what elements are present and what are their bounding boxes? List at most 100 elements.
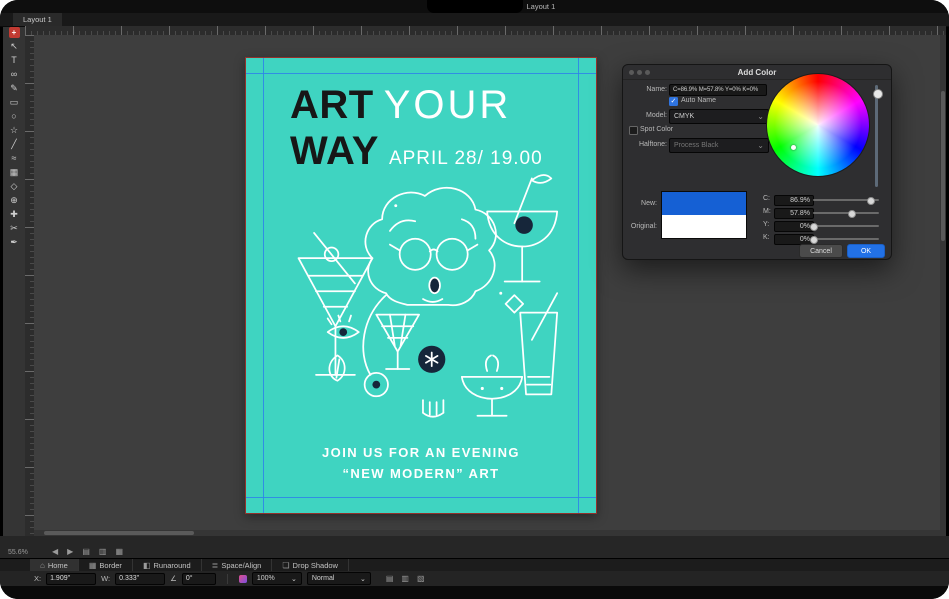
spot-color-label: Spot Color xyxy=(640,126,673,133)
margin-guide-top[interactable] xyxy=(246,73,596,74)
page-layout-icon[interactable]: ▤ xyxy=(386,574,394,583)
view-mode-dropdown[interactable]: Normal ⌄ xyxy=(307,572,371,585)
black-slider[interactable] xyxy=(813,234,879,244)
item-tool-icon[interactable]: ↖ xyxy=(7,40,21,52)
brightness-slider-knob[interactable] xyxy=(873,89,883,99)
menubar: Layout 1 xyxy=(0,0,949,13)
zoom-tool-icon[interactable]: ⊕ xyxy=(7,194,21,206)
bottom-bezel xyxy=(0,586,949,599)
oval-box-tool-icon[interactable]: ○ xyxy=(7,110,21,122)
measurement-palette-tabs: ⌂ Home ▦ Border ◧ Runaround ≣ Space/Alig… xyxy=(0,558,949,572)
angle-input[interactable]: 0° xyxy=(182,573,216,585)
runaround-icon: ◧ xyxy=(143,561,151,570)
black-slider-track xyxy=(813,238,879,240)
shape-tool-icon[interactable]: ◇ xyxy=(7,180,21,192)
chevron-down-icon: ⌄ xyxy=(291,575,297,583)
border-icon: ▦ xyxy=(89,561,97,570)
brightness-slider[interactable] xyxy=(875,85,878,187)
app-screen: Layout 1 Layout 1 + ↖ T ∞ ✎ ▭ ○ ☆ ╱ ≈ ▦ … xyxy=(0,0,949,599)
thumbnail-view-icon[interactable]: ▦ xyxy=(115,547,123,556)
link-tool-icon[interactable]: ∞ xyxy=(7,68,21,80)
yellow-slider-track xyxy=(813,225,879,227)
view-percent[interactable]: 55.6% xyxy=(8,549,28,556)
auto-name-checkbox[interactable] xyxy=(669,97,678,106)
table-tool-icon[interactable]: ▦ xyxy=(7,166,21,178)
x-input[interactable]: 1.909" xyxy=(46,573,96,585)
name-label: Name: xyxy=(623,86,667,93)
spread-view-icon[interactable]: ▥ xyxy=(99,547,107,556)
measurement-fields: X: 1.909" W: 0.333" ∠ 0° 100% ⌄ Normal ⌄… xyxy=(0,571,949,586)
magenta-slider-track xyxy=(813,212,879,214)
vertical-ruler[interactable] xyxy=(25,35,34,536)
document-page[interactable]: ART YOUR WAY APRIL 28/ 19.00 xyxy=(245,57,597,514)
eyedropper-tool-icon[interactable]: ✒ xyxy=(7,236,21,248)
scissors-tool-icon[interactable]: ✂ xyxy=(7,222,21,234)
model-value: CMYK xyxy=(674,113,694,120)
halftone-dropdown[interactable]: Process Black ⌄ xyxy=(669,138,769,153)
cancel-button[interactable]: Cancel xyxy=(799,244,843,258)
pan-tool-icon[interactable]: ✚ xyxy=(7,208,21,220)
split-view-icon[interactable]: ▥ xyxy=(401,574,409,583)
yellow-slider[interactable] xyxy=(813,221,879,231)
text-tool-icon[interactable]: T xyxy=(7,54,21,66)
pen-tool-icon[interactable]: ✎ xyxy=(7,82,21,94)
margin-guide-bottom[interactable] xyxy=(246,497,596,498)
x-label: X: xyxy=(34,574,41,583)
page-nav: ◀ ▶ ▤ ▥ ▦ xyxy=(52,547,123,556)
drop-shadow-icon: ❏ xyxy=(282,561,289,570)
chevron-down-icon: ⌄ xyxy=(360,575,366,583)
channel-knob-1[interactable] xyxy=(848,210,856,218)
prev-page-icon[interactable]: ◀ xyxy=(52,547,58,556)
poster-footer-line1: JOIN US FOR AN EVENING xyxy=(246,442,596,463)
menubar-window-title: Layout 1 xyxy=(527,2,556,11)
line-tool-icon[interactable]: ╱ xyxy=(7,138,21,150)
horizontal-scrollbar-handle[interactable] xyxy=(44,531,194,535)
tab-border-label: Border xyxy=(99,561,122,570)
page-view-icon[interactable]: ▤ xyxy=(82,547,90,556)
camera-notch xyxy=(427,0,523,13)
cyan-slider[interactable] xyxy=(813,195,879,205)
channel-knob-2[interactable] xyxy=(810,223,818,231)
tab-drop-shadow-label: Drop Shadow xyxy=(293,561,338,570)
freehand-tool-icon[interactable]: ≈ xyxy=(7,152,21,164)
w-input[interactable]: 0.333" xyxy=(115,573,165,585)
tool-palette: + ↖ T ∞ ✎ ▭ ○ ☆ ╱ ≈ ▦ ◇ ⊕ ✚ ✂ ✒ xyxy=(3,27,25,248)
magenta-value[interactable]: 57.8% xyxy=(774,208,814,219)
rectangle-box-tool-icon[interactable]: ▭ xyxy=(7,96,21,108)
cyan-value[interactable]: 86.9% xyxy=(774,195,814,206)
black-label: K: xyxy=(763,234,773,241)
channel-knob-0[interactable] xyxy=(867,197,875,205)
ok-button[interactable]: OK xyxy=(847,244,885,258)
starburst-tool-icon[interactable]: ☆ xyxy=(7,124,21,136)
horizontal-ruler[interactable] xyxy=(25,26,946,35)
dialog-titlebar[interactable]: Add Color xyxy=(623,65,891,80)
name-field[interactable]: C=86.9% M=57.8% Y=0% K=0% xyxy=(669,84,767,96)
magenta-slider[interactable] xyxy=(813,208,879,218)
model-label: Model: xyxy=(623,112,667,119)
poster-word-art: ART xyxy=(290,82,374,128)
view-mode-value: Normal xyxy=(312,575,335,582)
poster-footer: JOIN US FOR AN EVENING “NEW MODERN” ART xyxy=(246,442,596,484)
model-dropdown[interactable]: CMYK ⌄ xyxy=(669,109,769,124)
color-wheel[interactable] xyxy=(766,73,870,177)
zoom-dropdown[interactable]: 100% ⌄ xyxy=(252,572,302,585)
layout-tab[interactable]: Layout 1 xyxy=(13,13,62,26)
tab-home-label: Home xyxy=(48,561,68,570)
poster-illustration xyxy=(281,164,563,436)
app-badge-icon[interactable]: + xyxy=(9,27,20,38)
fields-right-icons: ▤ ▥ ▧ xyxy=(386,574,425,583)
halftone-label: Halftone: xyxy=(623,141,667,148)
yellow-value[interactable]: 0% xyxy=(774,221,814,232)
channel-knob-3[interactable] xyxy=(810,236,818,244)
vertical-scrollbar-handle[interactable] xyxy=(941,91,945,241)
auto-name-label: Auto Name xyxy=(681,97,716,104)
add-color-dialog: Add Color Name: C=86.9% M=57.8% Y=0% K=0… xyxy=(622,64,892,260)
cyan-label: C: xyxy=(763,195,773,202)
pattern-view-icon[interactable]: ▧ xyxy=(417,574,425,583)
divider xyxy=(227,574,228,584)
poster-word-your: YOUR xyxy=(384,82,512,128)
spot-color-checkbox[interactable] xyxy=(629,126,638,135)
color-wheel-marker[interactable] xyxy=(791,145,796,150)
vertical-scrollbar[interactable] xyxy=(940,35,946,536)
next-page-icon[interactable]: ▶ xyxy=(67,547,73,556)
